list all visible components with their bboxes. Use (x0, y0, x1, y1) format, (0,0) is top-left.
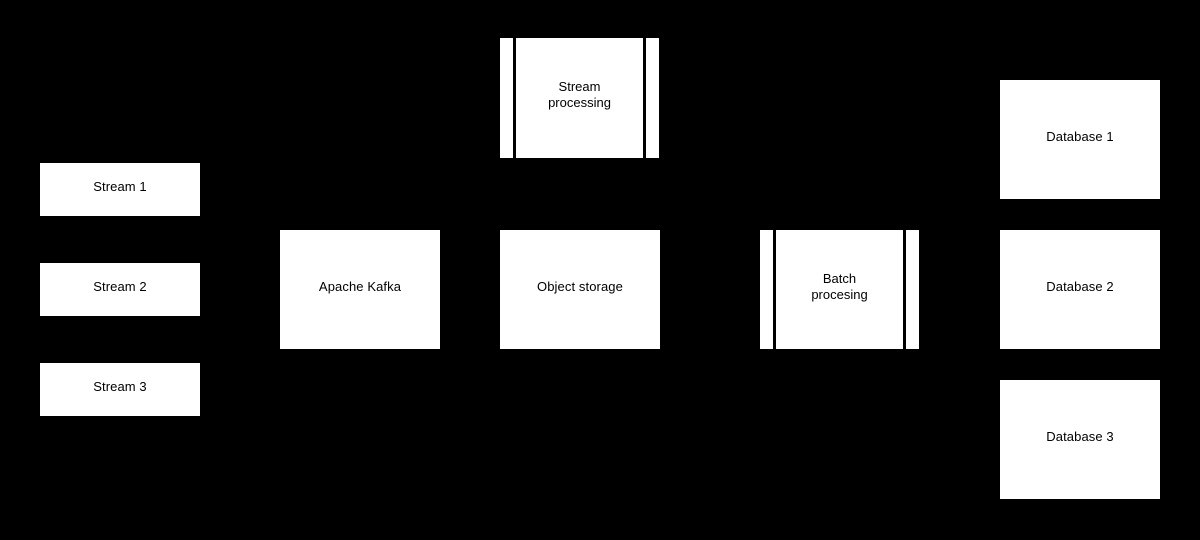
node-batch-processing[interactable]: Batch procesing (760, 230, 919, 349)
node-label: Database 2 (1046, 279, 1114, 294)
node-label: Apache Kafka (318, 279, 402, 294)
diagram-canvas: Stream 1 Stream 2 Stream 3 Apache Kafka … (0, 0, 1200, 540)
node-database-1[interactable]: Database 1 (1000, 80, 1160, 199)
node-database-3[interactable]: Database 3 (1000, 380, 1160, 499)
process-body: Batch procesing (776, 230, 903, 349)
node-stream-3[interactable]: Stream 3 (40, 363, 200, 416)
node-label: Stream 3 (93, 379, 147, 394)
node-label: Stream 2 (93, 279, 147, 294)
process-side-bar-left (500, 38, 513, 158)
process-side-bar-left (760, 230, 773, 349)
node-label: Database 3 (1046, 429, 1114, 444)
node-apache-kafka[interactable]: Apache Kafka (280, 230, 440, 349)
node-stream-processing[interactable]: Stream processing (500, 38, 659, 158)
process-body: Stream processing (516, 38, 643, 158)
process-side-bar-right (646, 38, 659, 158)
node-label: Database 1 (1046, 129, 1114, 144)
node-label: Stream 1 (93, 179, 147, 194)
node-database-2[interactable]: Database 2 (1000, 230, 1160, 349)
node-label: Object storage (537, 279, 623, 294)
node-label: Stream processing (548, 79, 611, 110)
node-label: Batch procesing (811, 270, 868, 302)
process-side-bar-right (906, 230, 919, 349)
node-stream-2[interactable]: Stream 2 (40, 263, 200, 316)
node-stream-1[interactable]: Stream 1 (40, 163, 200, 216)
node-object-storage[interactable]: Object storage (500, 230, 660, 349)
